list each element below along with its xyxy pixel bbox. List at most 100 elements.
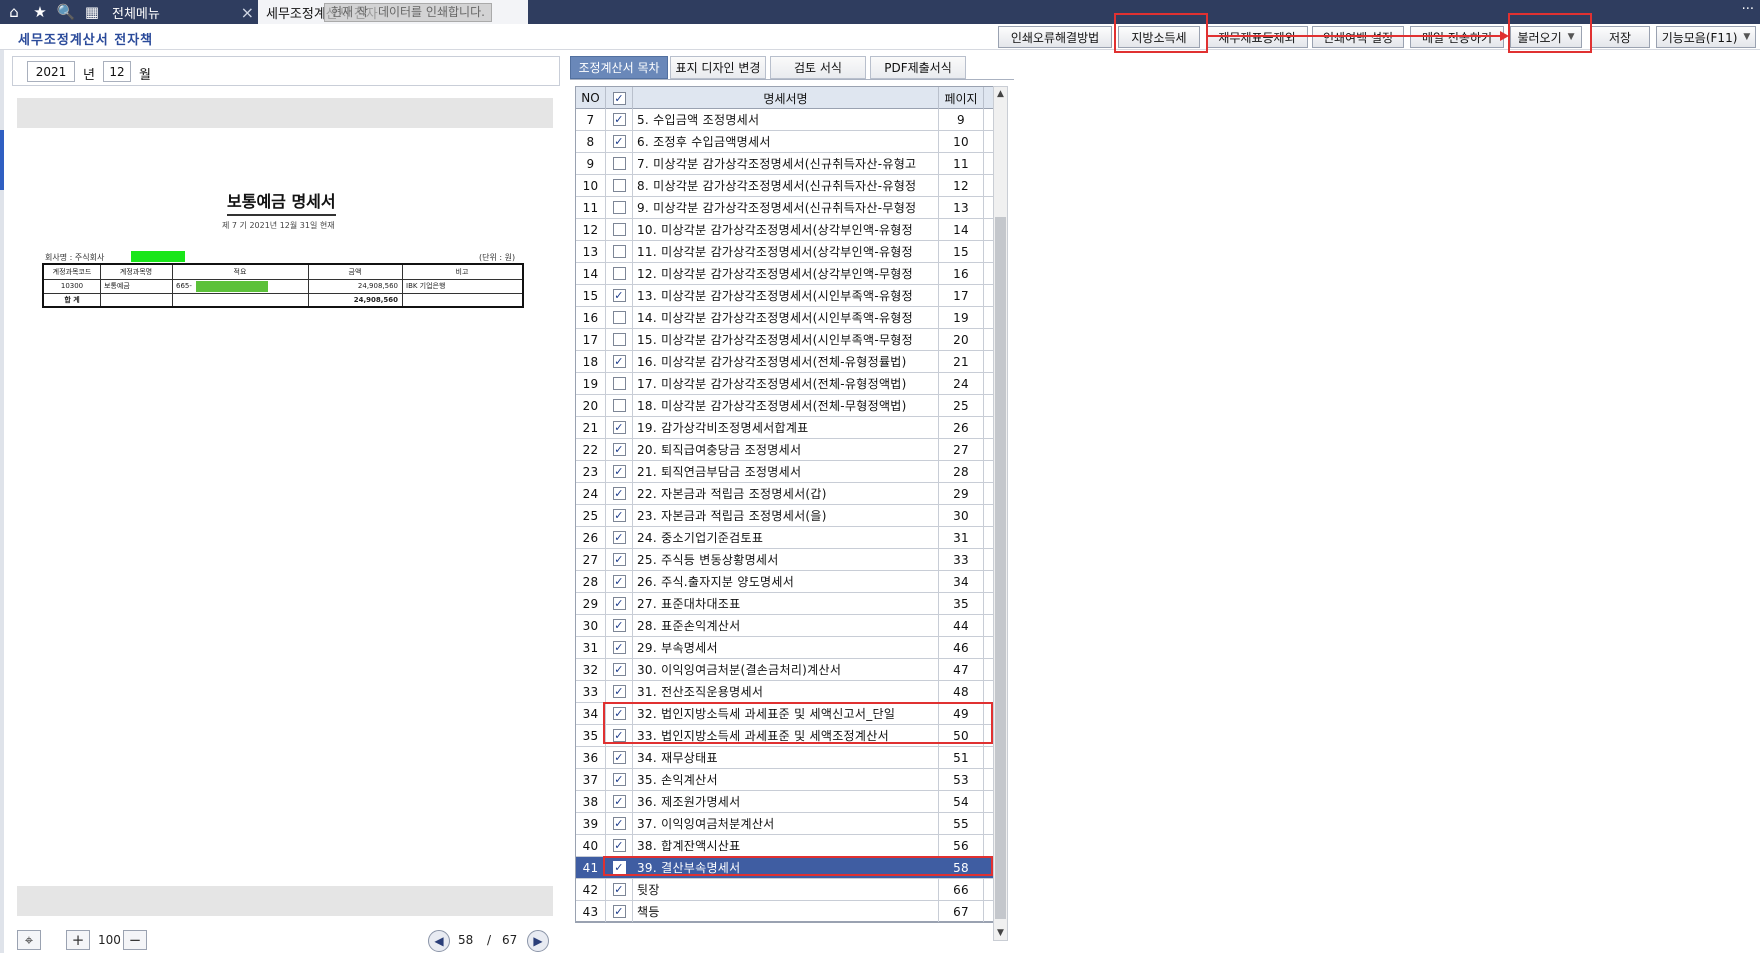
table-row[interactable]: 31 ✓ 29. 부속명세서 46 — [576, 637, 994, 659]
table-row[interactable]: 25 ✓ 23. 자본금과 적립금 조정명세서(을) 30 — [576, 505, 994, 527]
row-checkbox-cell[interactable]: ✓ — [606, 527, 633, 548]
table-row[interactable]: 23 ✓ 21. 퇴직연금부담금 조정명세서 28 — [576, 461, 994, 483]
table-row[interactable]: 24 ✓ 22. 자본금과 적립금 조정명세서(갑) 29 — [576, 483, 994, 505]
row-checkbox-cell[interactable]: ✓ — [606, 769, 633, 790]
row-checkbox-cell[interactable]: ✓ — [606, 571, 633, 592]
checked-checkbox[interactable]: ✓ — [612, 795, 626, 808]
table-row[interactable]: 37 ✓ 35. 손익계산서 53 — [576, 769, 994, 791]
table-row[interactable]: 26 ✓ 24. 중소기업기준검토표 31 — [576, 527, 994, 549]
table-row[interactable]: 19 17. 미상각분 감가상각조정명세서(전체-유형정액법) 24 — [576, 373, 994, 395]
row-checkbox-cell[interactable]: ✓ — [606, 285, 633, 306]
table-row[interactable]: 13 11. 미상각분 감가상각조정명세서(상각부인액-유형정 15 — [576, 241, 994, 263]
unchecked-checkbox[interactable] — [612, 245, 626, 258]
checked-checkbox[interactable]: ✓ — [612, 883, 626, 896]
table-row[interactable]: 10 8. 미상각분 감가상각조정명세서(신규취득자산-유형정 12 — [576, 175, 994, 197]
checked-checkbox[interactable]: ✓ — [612, 443, 626, 456]
fit-page-icon[interactable]: ⌖ — [17, 930, 41, 950]
row-checkbox-cell[interactable] — [606, 263, 633, 284]
table-row[interactable]: 16 14. 미상각분 감가상각조정명세서(시인부족액-유형정 19 — [576, 307, 994, 329]
tab-all-menu[interactable]: 전체메뉴 × — [104, 0, 260, 24]
row-checkbox-cell[interactable]: ✓ — [606, 747, 633, 768]
table-row[interactable]: 15 ✓ 13. 미상각분 감가상각조정명세서(시인부족액-유형정 17 — [576, 285, 994, 307]
tab-toc[interactable]: 조정계산서 목차 — [570, 56, 668, 79]
checked-checkbox[interactable]: ✓ — [612, 861, 626, 874]
row-checkbox-cell[interactable]: ✓ — [606, 725, 633, 746]
load-button[interactable]: 불러오기 ▼ — [1510, 26, 1582, 48]
table-row[interactable]: 12 10. 미상각분 감가상각조정명세서(상각부인액-유형정 14 — [576, 219, 994, 241]
star-icon[interactable]: ★ — [28, 0, 52, 24]
tab-pdf-form[interactable]: PDF제출서식 — [870, 56, 966, 79]
zoom-out-icon[interactable]: − — [123, 930, 147, 950]
row-checkbox-cell[interactable] — [606, 395, 633, 416]
row-checkbox-cell[interactable]: ✓ — [606, 681, 633, 702]
select-all-checkbox[interactable]: ✓ — [612, 91, 626, 105]
row-checkbox-cell[interactable]: ✓ — [606, 505, 633, 526]
scroll-up-icon[interactable]: ▲ — [994, 87, 1007, 101]
scroll-down-icon[interactable]: ▼ — [994, 926, 1007, 940]
search-icon[interactable]: 🔍 — [54, 0, 78, 24]
table-row[interactable]: 20 18. 미상각분 감가상각조정명세서(전체-무형정액법) 25 — [576, 395, 994, 417]
checked-checkbox[interactable]: ✓ — [612, 597, 626, 610]
checked-checkbox[interactable]: ✓ — [612, 531, 626, 544]
table-row[interactable]: 8 ✓ 6. 조정후 수입금액명세서 10 — [576, 131, 994, 153]
table-row[interactable]: 17 15. 미상각분 감가상각조정명세서(시인부족액-무형정 20 — [576, 329, 994, 351]
row-checkbox-cell[interactable]: ✓ — [606, 483, 633, 504]
unchecked-checkbox[interactable] — [612, 157, 626, 170]
table-row[interactable]: 18 ✓ 16. 미상각분 감가상각조정명세서(전체-유형정률법) 21 — [576, 351, 994, 373]
table-row[interactable]: 30 ✓ 28. 표준손익계산서 44 — [576, 615, 994, 637]
checked-checkbox[interactable]: ✓ — [612, 905, 626, 918]
checked-checkbox[interactable]: ✓ — [612, 663, 626, 676]
close-icon[interactable]: × — [241, 3, 254, 22]
local-tax-button[interactable]: 지방소득세 — [1118, 26, 1200, 48]
table-row[interactable]: 41 ✓ 39. 결산부속명세서 58 — [576, 857, 994, 879]
checked-checkbox[interactable]: ✓ — [612, 619, 626, 632]
next-page-icon[interactable]: ▶ — [527, 930, 549, 952]
checked-checkbox[interactable]: ✓ — [612, 707, 626, 720]
table-row[interactable]: 21 ✓ 19. 감가상각비조정명세서합계표 26 — [576, 417, 994, 439]
table-row[interactable]: 22 ✓ 20. 퇴직급여충당금 조정명세서 27 — [576, 439, 994, 461]
row-checkbox-cell[interactable] — [606, 329, 633, 350]
checked-checkbox[interactable]: ✓ — [612, 355, 626, 368]
header-select-all[interactable]: ✓ — [606, 87, 633, 109]
table-row[interactable]: 33 ✓ 31. 전산조직운용명세서 48 — [576, 681, 994, 703]
table-row[interactable]: 28 ✓ 26. 주식.출자지분 양도명세서 34 — [576, 571, 994, 593]
table-row[interactable]: 40 ✓ 38. 합계잔액시산표 56 — [576, 835, 994, 857]
year-input[interactable]: 2021 — [27, 61, 75, 82]
row-checkbox-cell[interactable] — [606, 197, 633, 218]
row-checkbox-cell[interactable] — [606, 241, 633, 262]
row-checkbox-cell[interactable] — [606, 307, 633, 328]
row-checkbox-cell[interactable]: ✓ — [606, 879, 633, 900]
table-row[interactable]: 27 ✓ 25. 주식등 변동상황명세서 33 — [576, 549, 994, 571]
checked-checkbox[interactable]: ✓ — [612, 817, 626, 830]
table-row[interactable]: 39 ✓ 37. 이익잉여금처분계산서 55 — [576, 813, 994, 835]
prev-page-icon[interactable]: ◀ — [428, 930, 450, 952]
row-checkbox-cell[interactable]: ✓ — [606, 615, 633, 636]
table-row[interactable]: 11 9. 미상각분 감가상각조정명세서(신규취득자산-무형정 13 — [576, 197, 994, 219]
tab-cover-design[interactable]: 표지 디자인 변경 — [670, 56, 766, 79]
row-checkbox-cell[interactable]: ✓ — [606, 109, 633, 130]
row-checkbox-cell[interactable]: ✓ — [606, 131, 633, 152]
row-checkbox-cell[interactable] — [606, 175, 633, 196]
unchecked-checkbox[interactable] — [612, 223, 626, 236]
table-row[interactable]: 7 ✓ 5. 수입금액 조정명세서 9 — [576, 109, 994, 131]
table-row[interactable]: 43 ✓ 책등 67 — [576, 901, 994, 923]
row-checkbox-cell[interactable]: ✓ — [606, 813, 633, 834]
table-row[interactable]: 14 12. 미상각분 감가상각조정명세서(상각부인액-무형정 16 — [576, 263, 994, 285]
checked-checkbox[interactable]: ✓ — [612, 685, 626, 698]
row-checkbox-cell[interactable] — [606, 373, 633, 394]
checked-checkbox[interactable]: ✓ — [612, 773, 626, 786]
row-checkbox-cell[interactable]: ✓ — [606, 439, 633, 460]
functions-button[interactable]: 기능모음(F11) ▼ — [1656, 26, 1756, 48]
row-checkbox-cell[interactable]: ✓ — [606, 703, 633, 724]
table-row[interactable]: 32 ✓ 30. 이익잉여금처분(결손금처리)계산서 47 — [576, 659, 994, 681]
unchecked-checkbox[interactable] — [612, 333, 626, 346]
checked-checkbox[interactable]: ✓ — [612, 421, 626, 434]
unchecked-checkbox[interactable] — [612, 267, 626, 280]
vertical-scrollbar[interactable]: ▲ ▼ — [993, 86, 1008, 941]
row-checkbox-cell[interactable]: ✓ — [606, 461, 633, 482]
tab-review-form[interactable]: 검토 서식 — [770, 56, 866, 79]
table-row[interactable]: 38 ✓ 36. 제조원가명세서 54 — [576, 791, 994, 813]
row-checkbox-cell[interactable]: ✓ — [606, 549, 633, 570]
table-row[interactable]: 29 ✓ 27. 표준대차대조표 35 — [576, 593, 994, 615]
row-checkbox-cell[interactable] — [606, 153, 633, 174]
